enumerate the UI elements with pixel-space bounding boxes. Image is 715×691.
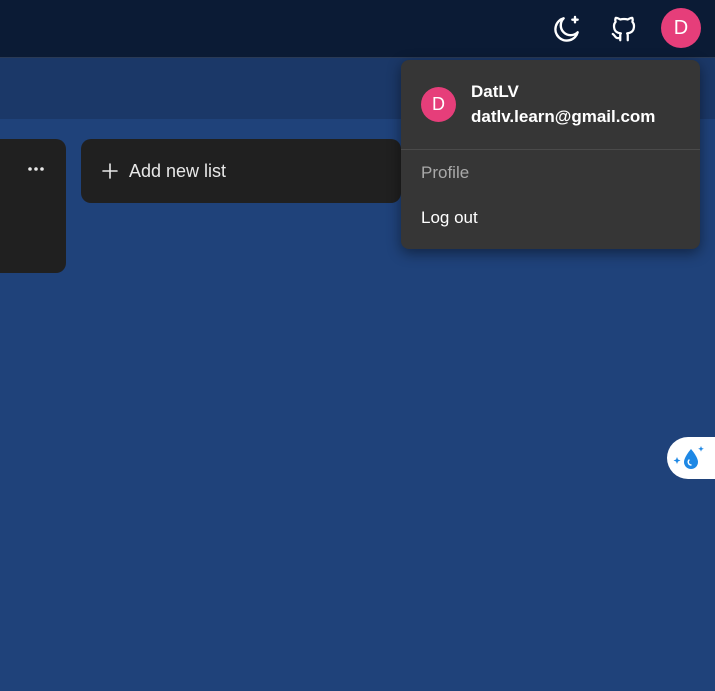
github-link-button[interactable]: [604, 9, 644, 49]
list-options-button[interactable]: [25, 158, 47, 180]
theme-toggle-button[interactable]: [547, 9, 587, 49]
add-new-list-label: Add new list: [129, 160, 227, 181]
user-email: datlv.learn@gmail.com: [471, 107, 656, 126]
floating-action-button[interactable]: [667, 437, 715, 479]
menu-avatar-initial: D: [432, 94, 445, 114]
menu-item-profile-label: Profile: [421, 163, 470, 182]
menu-divider: [401, 149, 700, 150]
menu-avatar: D: [421, 87, 456, 122]
avatar-initial: D: [673, 16, 689, 39]
plus-icon: [101, 162, 119, 180]
top-navigation-bar: D: [0, 0, 715, 58]
user-name: DatLV: [471, 82, 519, 101]
user-dropdown-menu: D DatLV datlv.learn@gmail.com Profile Lo…: [401, 60, 700, 249]
menu-item-log-out[interactable]: Log out: [401, 198, 700, 238]
menu-item-profile[interactable]: Profile: [401, 153, 700, 193]
user-avatar-button[interactable]: D: [661, 8, 701, 48]
water-drop-sparkle-icon: [673, 446, 704, 469]
add-new-list-button[interactable]: Add new list: [81, 139, 401, 203]
menu-item-log-out-label: Log out: [421, 208, 478, 227]
moon-sparkle-icon: [554, 15, 579, 42]
more-horizontal-icon: [28, 167, 44, 171]
github-icon: [611, 16, 636, 42]
